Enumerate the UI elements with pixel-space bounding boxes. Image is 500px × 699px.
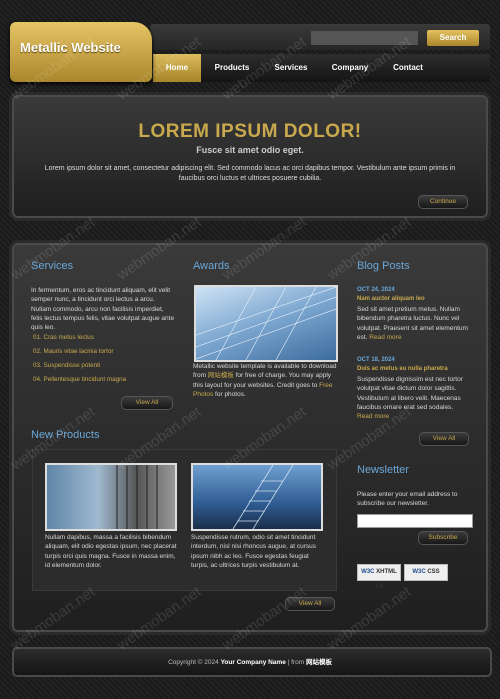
search-button[interactable]: Search [427,30,479,46]
nav-contact[interactable]: Contact [384,54,432,82]
nav-home[interactable]: Home [153,54,201,82]
footer-text: Copyright © 2024 Your Company Name | fro… [0,656,500,666]
blog-post-title[interactable]: Duis ac metus eu nulla pharetra [357,366,448,372]
blog-title: Blog Posts [357,260,410,272]
list-label: Suspendisse potenti [43,362,101,369]
services-view-all-button[interactable]: View All [121,396,173,410]
hero-panel [12,95,488,218]
nav-products[interactable]: Products [207,54,257,82]
footer-prefix: Copyright © 2024 [168,659,221,666]
read-more-link[interactable]: Read more [357,413,389,420]
product-text: Suspendisse rutrum, odio sit amet tincid… [191,534,317,569]
escalator-photo [232,465,294,529]
hero-subtitle: Fusce sit amet odio eget. [196,145,304,155]
awards-text-c: for photos. [213,390,246,398]
email-field[interactable] [357,514,473,528]
nav-company[interactable]: Company [324,54,376,82]
newsletter-text: Please enter your email address to subsc… [357,491,458,508]
list-label: Mauris vitae lacinia tortor [43,348,114,355]
list-item[interactable]: 03. Suspendisse potenti [33,362,100,369]
main-nav [150,54,490,82]
list-num: 02. [33,348,42,355]
footer-link[interactable]: 网站模板 [306,659,332,666]
building-photo [196,287,336,360]
w3c-text: W3C [361,569,375,575]
list-item[interactable]: 02. Mauris vitae lacinia tortor [33,348,114,355]
hero-text: Lorem ipsum dolor sit amet, consectetur … [44,165,456,182]
newsletter-title: Newsletter [357,464,409,476]
list-label: Pellentesque tincidunt magna [43,376,127,383]
blog-view-all-button[interactable]: View All [419,432,469,446]
awards-image [194,285,338,362]
hero-title: LOREM IPSUM DOLOR! [138,121,362,142]
services-title: Services [31,260,74,272]
awards-link-1[interactable]: 网站模板 [208,372,234,379]
list-item[interactable]: 04. Pellentesque tincidunt magna [33,376,126,383]
logo-text: Metallic Website [20,40,121,55]
continue-button[interactable]: Continue [418,195,468,209]
blog-date: OCT 24, 2024 [357,287,395,293]
list-num: 04. [33,376,42,383]
xhtml-badge[interactable]: W3C XHTML 1.0 [357,564,401,590]
blog-post-text: Sed sit amet pretium metus. Nullam biben… [357,305,470,342]
product-image[interactable] [191,463,323,531]
search-input[interactable] [311,31,418,45]
nav-services[interactable]: Services [266,54,316,82]
css-badge[interactable]: W3C CSS [404,564,448,581]
badge-text: CSS [427,569,440,575]
awards-text: Metallic website template is available t… [193,362,338,399]
read-more-link[interactable]: Read more [369,334,401,341]
subscribe-button[interactable]: Subscribe [418,531,468,545]
blog-post-text: Suspendisse dignissim est nec tortor vol… [357,375,470,421]
list-label: Cras metus lectus [43,334,94,341]
product-image[interactable] [45,463,177,531]
footer-company[interactable]: Your Company Name [221,659,286,666]
product-text: Nullam dapibus, massa a facilisis bibend… [45,534,177,569]
w3c-text: W3C [412,569,426,575]
services-text: In fermentum, eros ac tincidunt aliquam,… [31,287,175,332]
list-item[interactable]: 01. Cras metus lectus [33,334,94,341]
products-view-all-button[interactable]: View All [285,597,335,611]
logo[interactable]: Metallic Website [10,22,152,82]
products-title: New Products [31,429,100,441]
blog-post-body: Suspendisse dignissim est nec tortor vol… [357,376,463,411]
blog-post-title[interactable]: Nam auctor aliquam leo [357,296,425,302]
blog-date: OCT 18, 2024 [357,357,395,363]
list-num: 01. [33,334,42,341]
building-photo [116,465,158,529]
awards-title: Awards [193,260,230,272]
list-num: 03. [33,362,42,369]
footer-mid: | from [285,659,306,666]
